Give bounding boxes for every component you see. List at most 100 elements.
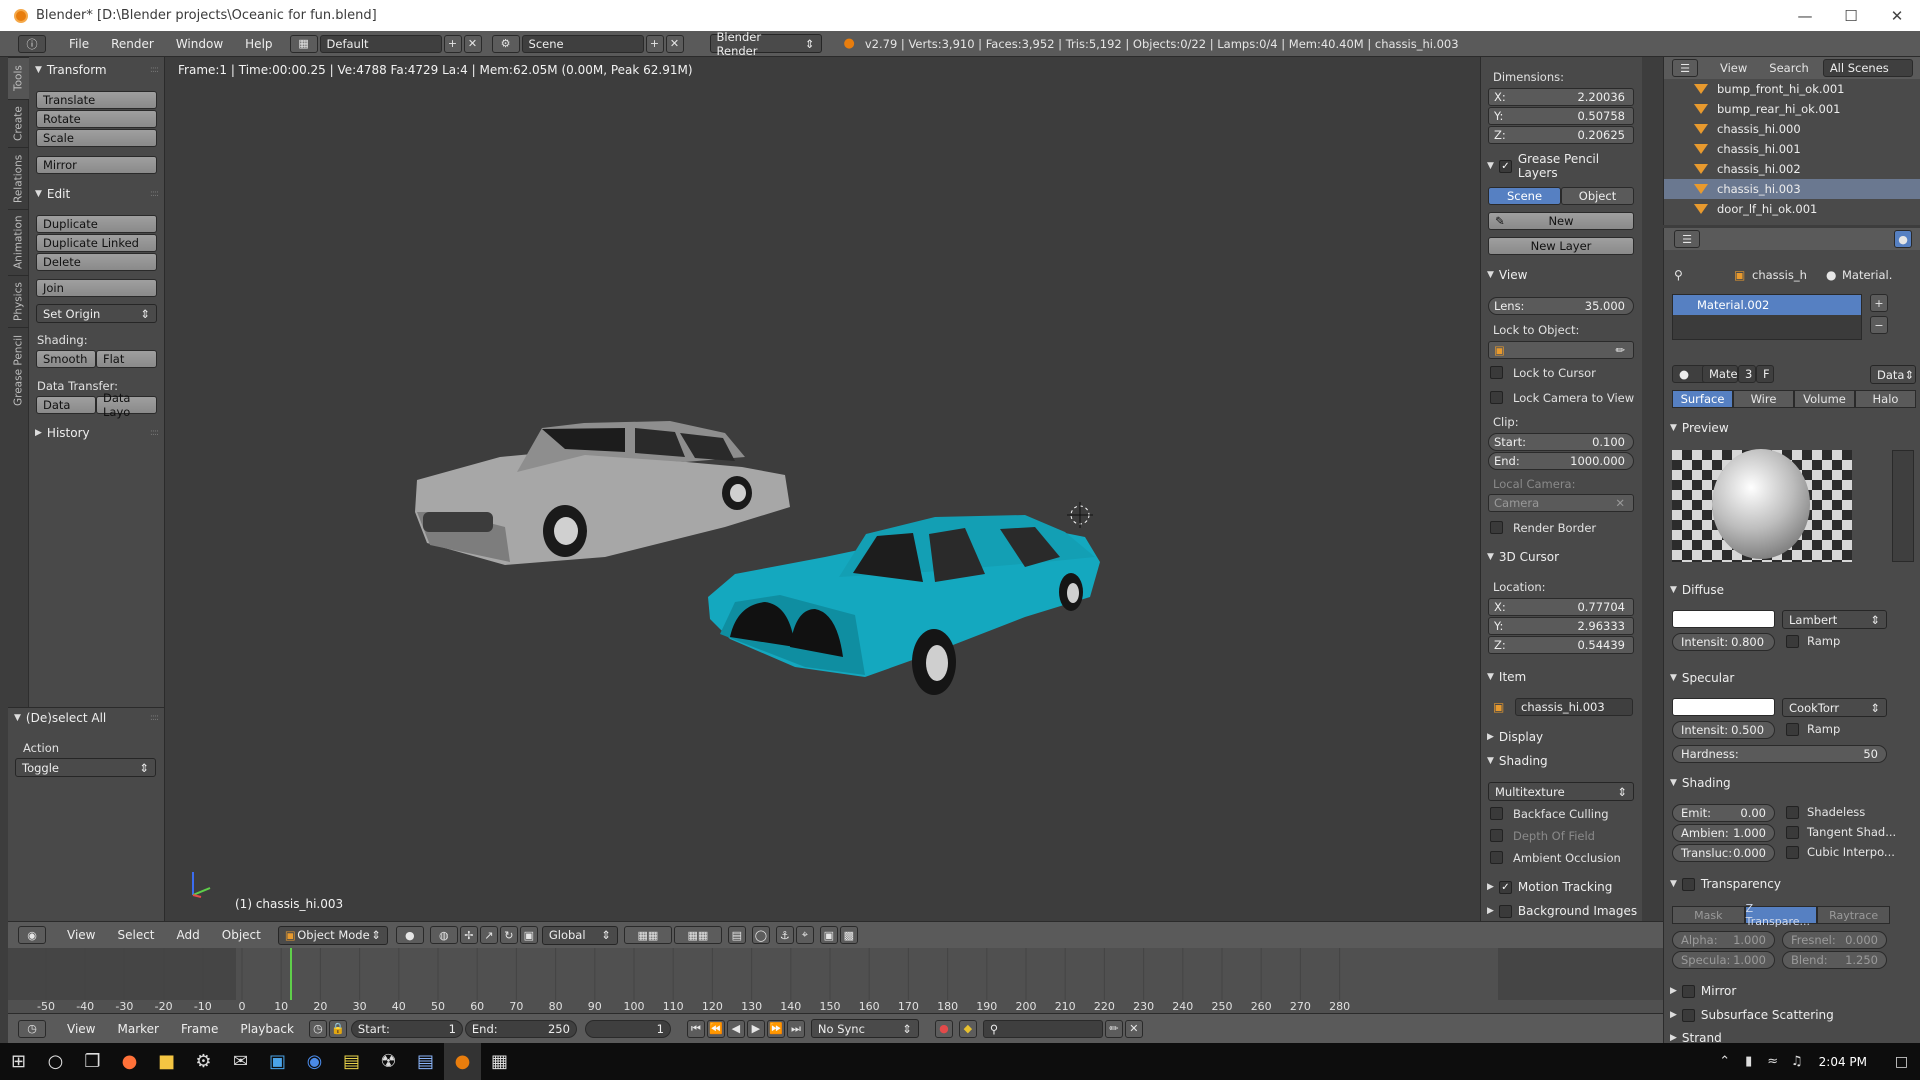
render-border-checkbox[interactable] (1490, 521, 1503, 534)
display-panel-header[interactable]: ▶ Display (1481, 727, 1642, 747)
preview-range-icon[interactable]: ◷ (308, 1019, 327, 1038)
rotate-button[interactable]: Rotate (36, 110, 157, 128)
settings-icon[interactable]: ⚙ (185, 1043, 222, 1080)
history-panel-header[interactable]: ▶ History:::: (29, 423, 164, 443)
menu-select[interactable]: Select (106, 928, 165, 942)
fake-user-button[interactable]: F (1756, 365, 1774, 383)
layout-field[interactable]: Default (319, 34, 442, 53)
tab-create[interactable]: Create (8, 99, 29, 147)
tab-raytrace[interactable]: Raytrace (1817, 906, 1891, 924)
3d-cursor-icon[interactable] (1067, 502, 1093, 528)
gray-car[interactable] (415, 421, 790, 565)
maximize-icon[interactable]: ☐ (1828, 0, 1874, 31)
translate-button[interactable]: Translate (36, 91, 157, 109)
backface-checkbox[interactable] (1490, 807, 1503, 820)
prev-key-icon[interactable]: ⏪ (706, 1019, 725, 1038)
timeline-editor-icon[interactable]: ◷ (18, 1019, 46, 1038)
tab-surface[interactable]: Surface (1672, 390, 1733, 408)
view-panel-header[interactable]: ▼ View (1481, 265, 1642, 285)
scene-icon[interactable]: ⚙ (491, 34, 520, 53)
outliner-editor-icon[interactable]: ☰ (1672, 59, 1698, 77)
lock-range-icon[interactable]: 🔒 (328, 1019, 347, 1038)
calculator-icon[interactable]: ▦ (481, 1043, 518, 1080)
gp-object-button[interactable]: Object (1561, 187, 1634, 205)
outliner-row-selected[interactable]: chassis_hi.003 (1664, 179, 1920, 199)
menu-object[interactable]: Object (211, 928, 272, 942)
hardness-field[interactable]: Hardness: 50 (1672, 745, 1887, 763)
windows-start-icon[interactable]: ⊞ (0, 1043, 37, 1080)
sss-checkbox[interactable] (1681, 1008, 1695, 1022)
diffuse-ramp-checkbox[interactable] (1786, 635, 1799, 648)
layers-grid-a-icon[interactable]: ▦▦ (623, 926, 672, 944)
outliner-row[interactable]: chassis_hi.000 (1664, 119, 1920, 139)
material-users[interactable]: 3 (1738, 365, 1756, 383)
menu-file[interactable]: File (58, 37, 100, 51)
item-name-field[interactable]: chassis_hi.003 (1515, 698, 1633, 716)
duplicate-linked-button[interactable]: Duplicate Linked (36, 234, 157, 252)
join-button[interactable]: Join (36, 279, 157, 297)
remove-layout-icon[interactable]: ✕ (463, 34, 482, 53)
motion-tracking-checkbox[interactable]: ✓ (1498, 880, 1512, 894)
outliner-row[interactable]: door_lf_hi_ok.001 (1664, 199, 1920, 219)
manipulator-icon[interactable]: ✢ (459, 926, 478, 944)
fresnel-field[interactable]: Fresnel: 0.000 (1782, 931, 1887, 949)
transluc-field[interactable]: Transluc: 0.000 (1672, 844, 1775, 862)
add-layout-icon[interactable]: + (443, 34, 462, 53)
material-slot-row[interactable]: Material.002 (1673, 295, 1861, 315)
shading-panel-header[interactable]: ▼ Shading (1481, 751, 1642, 771)
cursor-x-field[interactable]: X: 0.77704 (1488, 598, 1634, 616)
menu-window[interactable]: Window (165, 37, 234, 51)
tab-volume[interactable]: Volume (1794, 390, 1855, 408)
tab-z-transparency[interactable]: Z Transpare... (1744, 902, 1818, 928)
cursor-y-field[interactable]: Y: 2.96333 (1488, 617, 1634, 635)
diffuse-shader-select[interactable]: Lambert ⇕ (1782, 610, 1887, 629)
gp-new-button[interactable]: ✎ New (1488, 212, 1634, 230)
action-select[interactable]: Toggle ⇕ (15, 758, 156, 777)
material-crumb[interactable]: Material. (1842, 268, 1892, 282)
close-icon[interactable]: ✕ (1874, 0, 1920, 31)
firefox-icon[interactable]: ● (111, 1043, 148, 1080)
shadeless-checkbox[interactable] (1786, 806, 1799, 819)
pin-icon[interactable]: ⚲ (1674, 268, 1683, 282)
tl-menu-marker[interactable]: Marker (106, 1022, 169, 1036)
emit-field[interactable]: Emit: 0.00 (1672, 804, 1775, 822)
tab-wire[interactable]: Wire (1733, 390, 1794, 408)
alpha-field[interactable]: Alpha: 1.000 (1672, 931, 1775, 949)
explorer-icon[interactable]: ■ (148, 1043, 185, 1080)
viewport-shading-icon[interactable]: ● (395, 926, 424, 944)
outliner-search-menu[interactable]: Search (1769, 61, 1809, 75)
tab-relations[interactable]: Relations (8, 147, 29, 209)
app-icon[interactable]: ☢ (370, 1043, 407, 1080)
transparency-header[interactable]: ▼ Transparency (1664, 874, 1920, 894)
tab-halo[interactable]: Halo (1855, 390, 1916, 408)
next-key-icon[interactable]: ⏩ (766, 1019, 785, 1038)
bg-images-checkbox[interactable] (1498, 904, 1512, 918)
tl-menu-view[interactable]: View (56, 1022, 106, 1036)
orientation-select[interactable]: Global ⇕ (541, 925, 618, 945)
rotate-manipulator-icon[interactable]: ↻ (499, 926, 518, 944)
viewport-editor-icon[interactable]: ◉ (18, 926, 46, 944)
preview-type-buttons[interactable] (1892, 450, 1914, 562)
specular-intensity-field[interactable]: Intensit: 0.500 (1672, 721, 1775, 739)
blender-taskbar-icon[interactable]: ● (444, 1043, 481, 1080)
teal-car[interactable] (708, 515, 1100, 695)
store-icon[interactable]: ▣ (259, 1043, 296, 1080)
diffuse-header[interactable]: ▼ Diffuse (1664, 580, 1920, 600)
layers-grid-b-icon[interactable]: ▦▦ (673, 926, 722, 944)
tangent-checkbox[interactable] (1786, 826, 1799, 839)
gp-new-layer-button[interactable]: New Layer (1488, 237, 1634, 255)
dim-z-field[interactable]: Z: 0.20625 (1488, 126, 1634, 144)
menu-add[interactable]: Add (166, 928, 211, 942)
mode-select[interactable]: ▣ Object Mode ⇕ (277, 925, 388, 945)
chrome-icon[interactable]: ◉ (296, 1043, 333, 1080)
opengl-render-icon[interactable]: ▣ (819, 926, 838, 944)
task-view-icon[interactable]: ❐ (74, 1043, 111, 1080)
clip-start-field[interactable]: Start: 0.100 (1488, 433, 1634, 451)
duplicate-button[interactable]: Duplicate (36, 215, 157, 233)
editor-icon[interactable]: ▤ (407, 1043, 444, 1080)
start-frame-field[interactable]: Start: 1 (350, 1019, 463, 1038)
outliner-filter[interactable]: All Scenes (1822, 59, 1913, 77)
sync-select[interactable]: No Sync ⇕ (810, 1019, 919, 1038)
item-panel-header[interactable]: ▼ Item (1481, 667, 1642, 687)
opengl-anim-icon[interactable]: ▩ (839, 926, 858, 944)
